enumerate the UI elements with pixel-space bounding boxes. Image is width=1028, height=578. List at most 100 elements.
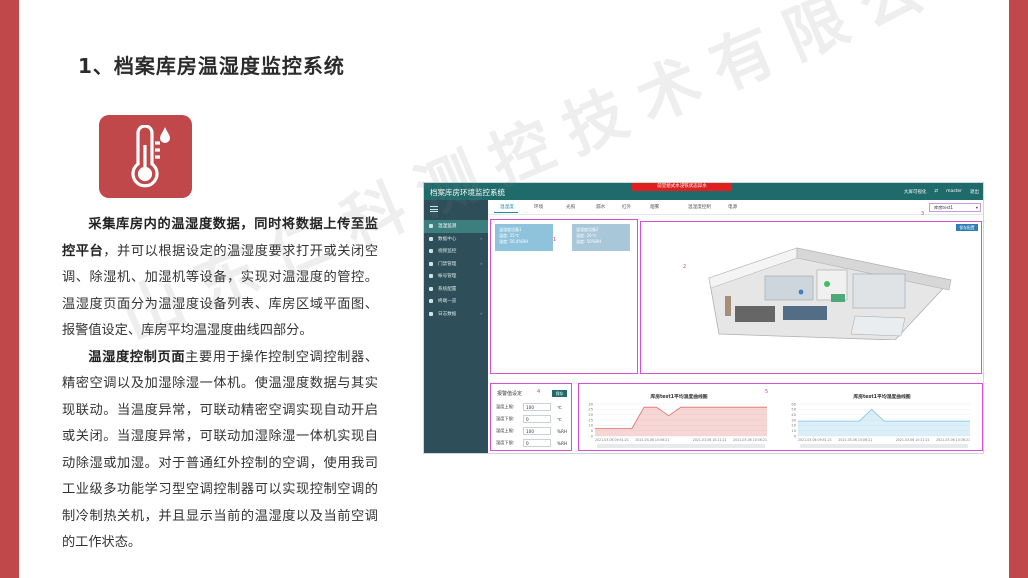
field-label: 湿度上限:	[496, 428, 515, 433]
app-header: 档案库房环境监控系统 前堂组式水浸铁状态异水 大屏可视化 ⇄ master 退出	[424, 183, 983, 200]
paragraph-2-text: 主要用于操作控制空调控制器、精密空调以及加湿除湿一体机。使温湿度数据与其实现联动…	[62, 349, 379, 551]
nav-label: 帐号管理	[438, 274, 457, 280]
zoom-slider	[800, 444, 968, 448]
panel-number: 5	[765, 389, 769, 395]
panel-number: 1	[553, 237, 557, 243]
temp-upper-input[interactable]: 100	[523, 403, 551, 411]
nav-icon	[429, 236, 433, 241]
y-tick-label: 50	[791, 408, 796, 412]
tab[interactable]: 电源	[728, 204, 737, 210]
humidity-chart-title: 库房test1平均湿度曲线图	[853, 395, 911, 400]
tab[interactable]: 红外	[622, 204, 631, 210]
app-title: 档案库房环境监控系统	[430, 188, 505, 197]
tab[interactable]: 温湿度	[494, 204, 518, 213]
hum-upper-row: 湿度上限: 100 %RH	[496, 427, 567, 435]
device-humidity: 湿度: 56.4%RH	[499, 239, 529, 244]
nav-list: 温湿监测 数据中心 › 视频监控 门禁管理 › 帐号管理 系统配置 终端一览 日志数据 ›	[424, 220, 488, 320]
nav-label: 系统配置	[438, 286, 457, 292]
tab[interactable]: 漏水	[596, 204, 605, 210]
temp-upper-row: 温度上限: 100 ℃	[496, 403, 562, 411]
slide-title: 1、档案库房温湿度监控系统	[78, 54, 345, 78]
device-list-panel: 温湿度设备1 温度: 25℃ 湿度: 56.4%RH 温湿度设备2 温度: 26…	[490, 219, 638, 374]
device-humidity: 湿度: 50%RH	[576, 239, 602, 244]
paragraph-2-bold: 温湿度控制页面	[88, 349, 186, 365]
y-tick-label: 10	[588, 424, 593, 428]
y-tick-label: 40	[791, 413, 796, 417]
y-tick-label: 20	[588, 413, 593, 417]
nav-icon	[429, 286, 433, 291]
temp-lower-input[interactable]: 0	[523, 415, 551, 423]
alarm-form-title: 报警值设定	[497, 391, 523, 397]
paragraph-2: 温湿度控制页面主要用于操作控制空调控制器、精密空调以及加湿除湿一体机。使温湿度数…	[62, 345, 378, 557]
device-card[interactable]: 温湿度设备2 温度: 26℃ 湿度: 50%RH	[572, 224, 630, 251]
field-unit: ℃	[557, 416, 562, 422]
nav-label: 温湿监测	[438, 224, 457, 230]
panel-number: 3	[921, 211, 925, 217]
field-label: 温度下限:	[496, 416, 515, 421]
thermometer-icon	[99, 115, 192, 198]
body-text: 采集库房内的温湿度数据，同时将数据上传至监控平台，并可以根据设定的温湿度要求打开…	[62, 212, 378, 557]
sidebar-item[interactable]: 温湿监测	[424, 220, 488, 233]
sidebar-item[interactable]: 系统配置	[424, 283, 488, 296]
tab[interactable]: 光照	[566, 204, 575, 210]
nav-label: 日志数据	[438, 311, 457, 317]
app-sidebar: 温湿监测 数据中心 › 视频监控 门禁管理 › 帐号管理 系统配置 终端一览 日志数据 ›	[424, 200, 488, 453]
switch-icon[interactable]: ⇄	[934, 189, 938, 195]
save-layout-button[interactable]: 保存配置	[956, 224, 978, 231]
y-tick-label: 0	[794, 434, 797, 438]
panel-number: 4	[537, 389, 541, 395]
floor-plan-panel: 保存配置 2	[640, 221, 982, 374]
nav-icon	[429, 311, 433, 316]
curve-charts-panel: 5 库房test1平均温度曲线图 库房test1平均湿度曲线图 0 5 10 15 20…	[578, 383, 983, 451]
hum-upper-input[interactable]: 100	[523, 427, 551, 435]
user-name[interactable]: master	[946, 189, 962, 195]
field-unit: ℃	[557, 404, 562, 410]
header-actions: 大屏可视化 ⇄ master 退出	[904, 189, 979, 195]
alarm-banner[interactable]: 前堂组式水浸铁状态异水	[632, 183, 732, 191]
y-tick-label: 30	[588, 402, 593, 406]
sidebar-item[interactable]: 数据中心 ›	[424, 233, 488, 246]
field-unit: %RH	[557, 440, 568, 446]
nav-icon	[429, 261, 433, 266]
nav-icon	[429, 299, 433, 304]
x-tick-label: 2021-03-06 10:36:21	[733, 438, 767, 442]
dashboard-link[interactable]: 大屏可视化	[904, 189, 927, 195]
sidebar-item[interactable]: 日志数据 ›	[424, 308, 488, 321]
sidebar-item[interactable]: 帐号管理	[424, 270, 488, 283]
temp-lower-row: 温度下限: 0 ℃	[496, 415, 562, 423]
series-line	[798, 408, 970, 422]
paragraph-1-text: ，并可以根据设定的温湿度要求打开或关闭空调、除湿机、加湿机等设备，实现对温湿度的…	[62, 243, 379, 339]
logout-link[interactable]: 退出	[970, 189, 979, 195]
area-select[interactable]: 库房test1 ▾	[929, 203, 981, 212]
humidity-curve-chart: 01020 304050 60 2021-03-06 09:51:21 2021-03-…	[791, 402, 970, 448]
y-tick-label: 5	[591, 429, 593, 433]
paragraph-1: 采集库房内的温湿度数据，同时将数据上传至监控平台，并可以根据设定的温湿度要求打开…	[62, 212, 378, 345]
tab[interactable]: 烟雾	[650, 204, 659, 210]
nav-label: 终端一览	[438, 299, 457, 305]
tab[interactable]: 环境	[534, 204, 543, 210]
y-tick-label: 30	[791, 418, 796, 422]
y-tick-label: 60	[791, 402, 796, 406]
field-label: 湿度下限:	[496, 440, 515, 445]
sidebar-item[interactable]: 终端一览	[424, 295, 488, 308]
field-label: 温度上限:	[496, 404, 515, 409]
area-select-value: 库房test1	[934, 205, 954, 210]
chevron-down-icon: ▾	[975, 205, 978, 210]
device-card[interactable]: 温湿度设备1 温度: 25℃ 湿度: 56.4%RH	[495, 224, 553, 251]
save-alarm-button[interactable]: 保存	[552, 390, 567, 397]
tab[interactable]: 温湿度控制	[688, 204, 711, 210]
hum-lower-input[interactable]: 0	[523, 439, 551, 447]
nav-icon	[429, 249, 433, 254]
sidebar-item[interactable]: 门禁管理 ›	[424, 258, 488, 271]
y-tick-label: 20	[791, 424, 796, 428]
right-accent-bar	[1009, 0, 1028, 578]
nav-icon	[429, 274, 433, 279]
nav-label: 视频监控	[438, 249, 457, 255]
menu-toggle-icon[interactable]	[430, 206, 438, 212]
nav-label: 数据中心	[438, 236, 457, 242]
x-tick-label: 2021-03-06 10:36:21	[936, 438, 970, 442]
tab-bar: 温湿度 环境 光照 漏水 红外 烟雾 温湿度控制 电源	[488, 200, 983, 215]
chevron-right-icon: ›	[480, 311, 482, 317]
y-tick-label: 0	[591, 434, 594, 438]
sidebar-item[interactable]: 视频监控	[424, 245, 488, 258]
